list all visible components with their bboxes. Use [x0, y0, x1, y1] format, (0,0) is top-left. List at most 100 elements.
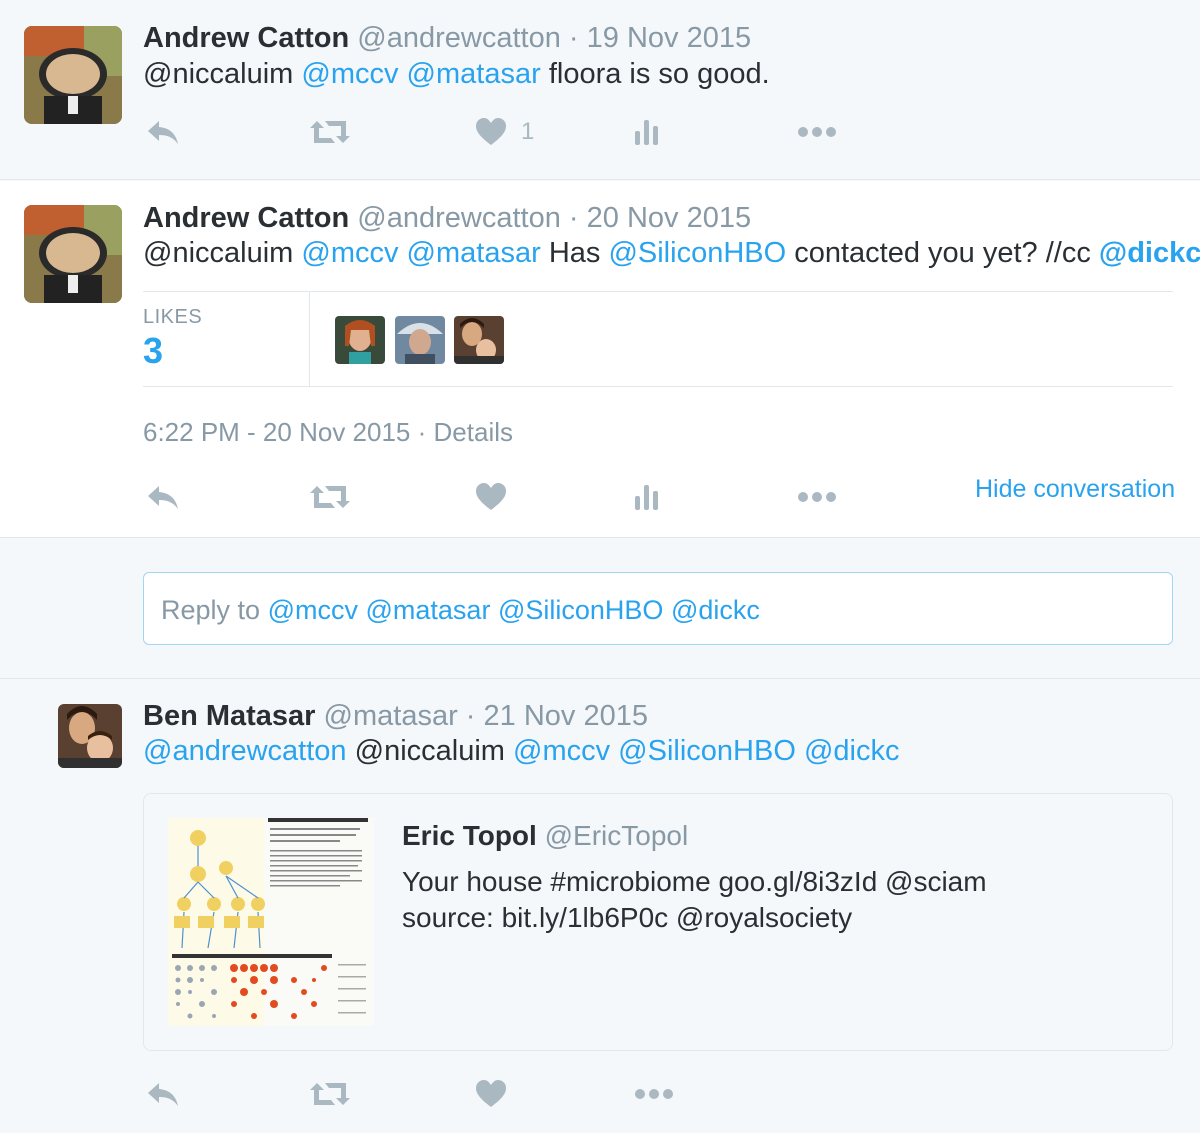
mention[interactable]: @mccv	[301, 237, 398, 269]
mention: @dickc	[670, 595, 760, 625]
tweet-date[interactable]: 19 Nov 2015	[587, 22, 751, 54]
mention[interactable]: @SiliconHBO	[608, 237, 786, 269]
more-button[interactable]	[634, 1074, 674, 1114]
author-handle[interactable]: @andrewcatton	[357, 202, 561, 234]
reply-button[interactable]	[145, 477, 181, 517]
quoted-tweet-header: Eric Topol @EricTopol	[402, 820, 688, 852]
tweet-1[interactable]: Andrew Catton @andrewcatton · 19 Nov 201…	[0, 0, 1200, 180]
reply-input[interactable]: Reply to @mccv @matasar @SiliconHBO @dic…	[143, 572, 1173, 645]
timestamp[interactable]: 6:22 PM - 20 Nov 2015	[143, 417, 410, 447]
mention[interactable]: @niccaluim	[355, 735, 505, 767]
quoted-tweet-text: Your house #microbiome goo.gl/8i3zId @sc…	[402, 864, 987, 936]
likes-count[interactable]: 3	[143, 330, 163, 372]
mention[interactable]: @SiliconHBO	[618, 735, 796, 767]
quoted-author-handle[interactable]: @EricTopol	[545, 820, 689, 851]
separator: ·	[568, 202, 579, 234]
mention[interactable]: @mccv	[513, 735, 610, 767]
reply-box-section: Reply to @mccv @matasar @SiliconHBO @dic…	[0, 539, 1200, 679]
liker-avatar[interactable]	[335, 316, 385, 364]
mention[interactable]: @mccv	[301, 58, 398, 90]
like-button[interactable]	[475, 477, 507, 517]
tweet-2-expanded[interactable]: Andrew Catton @andrewcatton · 20 Nov 201…	[0, 181, 1200, 538]
tweet-body: contacted you yet? //cc	[794, 237, 1091, 269]
tweet-body: floora is so good.	[548, 58, 770, 90]
divider	[309, 292, 310, 386]
avatar[interactable]	[58, 704, 122, 768]
retweet-button[interactable]	[309, 1074, 351, 1114]
tweet-actions	[143, 1074, 743, 1114]
likes-summary: LIKES 3	[143, 291, 1173, 387]
mention[interactable]: @niccaluim	[143, 237, 293, 269]
author-handle[interactable]: @matasar	[324, 700, 458, 732]
tweet-text: @andrewcatton @niccaluim @mccv @SiliconH…	[143, 735, 899, 768]
mention[interactable]: @dickc	[804, 735, 900, 767]
retweet-icon	[310, 121, 350, 143]
retweet-button[interactable]	[309, 112, 351, 152]
tweet-actions	[143, 477, 843, 517]
like-button[interactable]: 1	[475, 112, 534, 152]
liker-avatar[interactable]	[454, 316, 504, 364]
hide-conversation-link[interactable]: Hide conversation	[975, 475, 1175, 504]
reply-icon	[148, 121, 178, 144]
quoted-text-line: source: bit.ly/1lb6P0c @royalsociety	[402, 902, 853, 933]
reply-icon	[148, 486, 178, 509]
reply-button[interactable]	[145, 1074, 181, 1114]
reply-placeholder: Reply to @mccv @matasar @SiliconHBO @dic…	[161, 595, 760, 626]
more-button[interactable]	[797, 477, 837, 517]
tweet-timestamp: 6:22 PM - 20 Nov 2015 · Details	[143, 417, 513, 448]
author-name[interactable]: Andrew Catton	[143, 202, 349, 234]
reply-prefix: Reply to	[161, 595, 261, 625]
tweet-actions: 1	[143, 112, 843, 152]
heart-icon	[476, 118, 506, 145]
quoted-author-name[interactable]: Eric Topol	[402, 820, 537, 851]
analytics-icon	[635, 485, 658, 510]
quoted-tweet[interactable]: Eric Topol @EricTopol Your house #microb…	[143, 793, 1173, 1051]
liker-avatar[interactable]	[395, 316, 445, 364]
like-button[interactable]	[475, 1074, 507, 1114]
analytics-button[interactable]	[634, 112, 662, 152]
reply-button[interactable]	[145, 112, 181, 152]
quoted-tweet-image[interactable]	[168, 818, 374, 1026]
tweet-text: @niccaluim @mccv @matasar Has @SiliconHB…	[143, 237, 1200, 270]
likes-label: LIKES	[143, 306, 203, 328]
analytics-button[interactable]	[634, 477, 662, 517]
mention[interactable]: @niccaluim	[143, 58, 293, 90]
reply-icon	[148, 1083, 178, 1106]
more-icon	[635, 1089, 673, 1099]
separator: ·	[465, 700, 476, 732]
tweet-date[interactable]: 21 Nov 2015	[484, 700, 648, 732]
separator: ·	[417, 417, 427, 447]
quoted-text-line: Your house #microbiome goo.gl/8i3zId @sc…	[402, 866, 987, 897]
tweet-date[interactable]: 20 Nov 2015	[587, 202, 751, 234]
analytics-icon	[635, 120, 658, 145]
more-button[interactable]	[797, 112, 837, 152]
mention: @mccv	[267, 595, 358, 625]
tweet-header: Andrew Catton @andrewcatton · 20 Nov 201…	[143, 202, 751, 235]
tweet-body: Has	[548, 237, 601, 269]
heart-icon	[476, 483, 506, 510]
separator: ·	[568, 22, 579, 54]
tweet-text: @niccaluim @mccv @matasar floora is so g…	[143, 58, 770, 91]
mention: @SiliconHBO	[497, 595, 664, 625]
author-name[interactable]: Andrew Catton	[143, 22, 349, 54]
retweet-icon	[310, 486, 350, 508]
heart-icon	[476, 1080, 506, 1107]
retweet-icon	[310, 1083, 350, 1105]
author-name[interactable]: Ben Matasar	[143, 700, 315, 732]
like-count: 1	[521, 118, 535, 145]
avatar[interactable]	[24, 26, 122, 124]
more-icon	[798, 127, 836, 137]
details-link[interactable]: Details	[434, 417, 513, 447]
more-icon	[798, 492, 836, 502]
avatar[interactable]	[24, 205, 122, 303]
mention[interactable]: @matasar	[407, 237, 541, 269]
author-handle[interactable]: @andrewcatton	[357, 22, 561, 54]
tweet-header: Ben Matasar @matasar · 21 Nov 2015	[143, 700, 648, 733]
mention[interactable]: @andrewcatton	[143, 735, 347, 767]
mention[interactable]: @dickc	[1099, 237, 1200, 269]
tweet-3[interactable]: Ben Matasar @matasar · 21 Nov 2015 @andr…	[0, 680, 1200, 1133]
retweet-button[interactable]	[309, 477, 351, 517]
tweet-header: Andrew Catton @andrewcatton · 19 Nov 201…	[143, 22, 751, 55]
mention[interactable]: @matasar	[407, 58, 541, 90]
mention: @matasar	[365, 595, 491, 625]
